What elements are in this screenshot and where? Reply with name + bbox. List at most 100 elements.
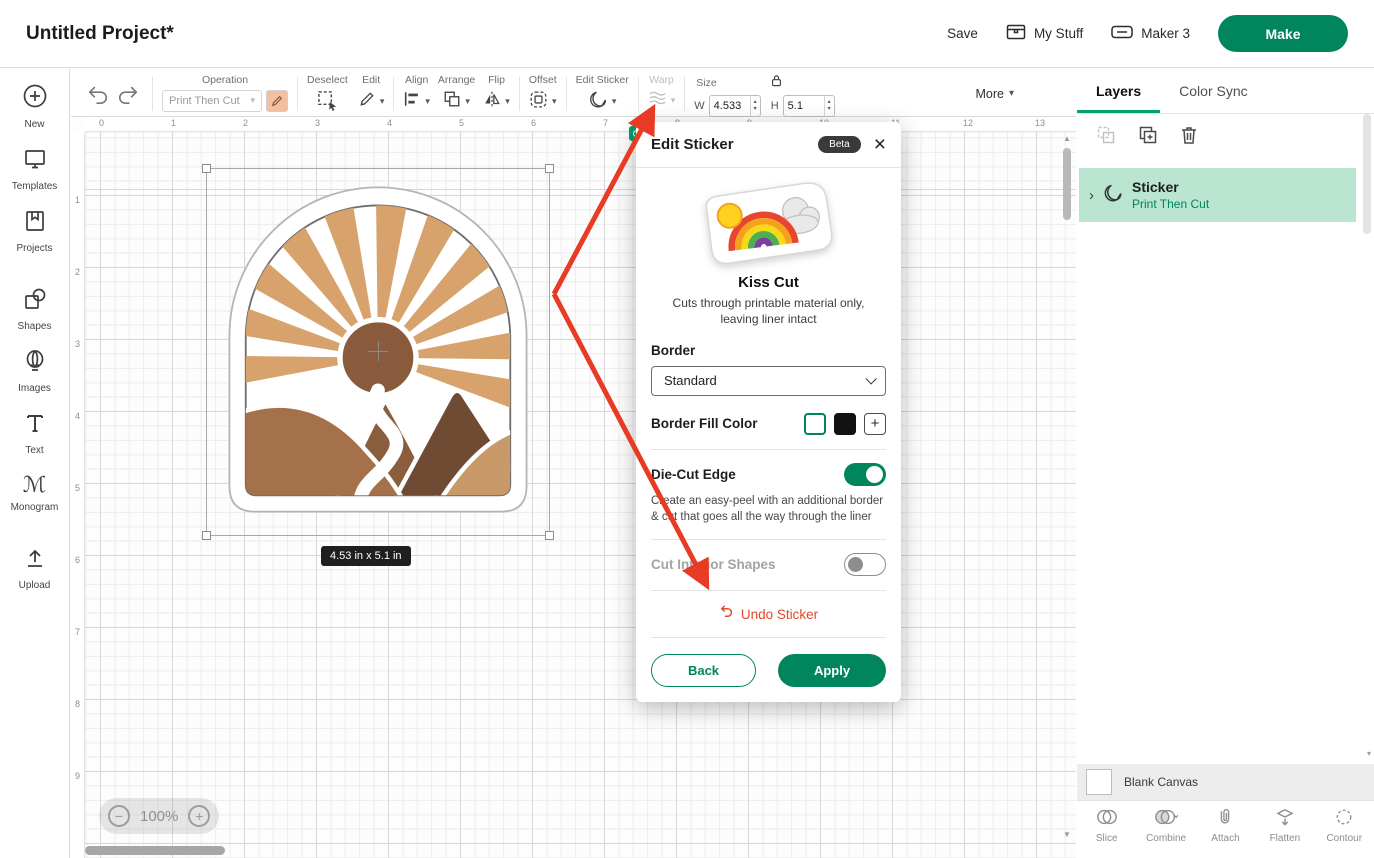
project-title: Untitled Project*: [26, 23, 174, 45]
close-icon[interactable]: ×: [874, 134, 886, 155]
edit-toolbar: Operation Print Then Cut▾ Deselect Edit …: [71, 69, 1076, 117]
height-stepper[interactable]: ▴▾: [824, 96, 834, 116]
height-value[interactable]: [784, 100, 824, 112]
canvas-horizontal-scrollbar[interactable]: [85, 846, 1055, 856]
selection-handle-bottom-left[interactable]: [202, 531, 211, 540]
flip-button[interactable]: Flip ▾: [483, 74, 510, 114]
ruler-number: 1: [171, 118, 243, 131]
kiss-cut-title: Kiss Cut: [651, 274, 886, 291]
blank-canvas-label: Blank Canvas: [1124, 775, 1198, 789]
deselect-button[interactable]: Deselect: [307, 74, 348, 114]
add-color-button[interactable]: +: [864, 413, 886, 435]
ruler-number: 7: [71, 627, 84, 699]
cut-interior-toggle[interactable]: [844, 553, 886, 576]
edit-sticker-button[interactable]: Edit Sticker ▾: [576, 74, 629, 114]
ruler-number: 5: [459, 118, 531, 131]
border-select[interactable]: Standard: [651, 366, 886, 396]
tab-layers[interactable]: Layers: [1077, 69, 1160, 113]
scroll-down-icon[interactable]: ▼: [1061, 830, 1073, 840]
ruler-number: 1: [71, 195, 84, 267]
vertical-scroll-thumb[interactable]: [1063, 148, 1071, 220]
apply-button[interactable]: Apply: [778, 654, 886, 687]
zoom-in-button[interactable]: +: [188, 805, 210, 827]
ruler-number: 4: [71, 411, 84, 483]
sidebar-item-templates[interactable]: Templates: [0, 147, 69, 192]
upload-icon: [23, 546, 47, 575]
canvas-vertical-scrollbar[interactable]: ▲ ▼: [1061, 134, 1073, 840]
offset-icon: [529, 90, 548, 114]
slice-icon: [1096, 808, 1118, 829]
die-cut-toggle[interactable]: [844, 463, 886, 486]
sidebar-item-new[interactable]: New: [0, 83, 69, 130]
arrange-icon: [443, 90, 461, 113]
machine-selector[interactable]: Maker 3: [1111, 25, 1190, 42]
undo-sticker-link[interactable]: Undo Sticker: [651, 591, 886, 637]
flatten-icon: [1275, 808, 1295, 829]
horizontal-scroll-thumb[interactable]: [85, 846, 225, 855]
align-button[interactable]: Align ▾: [403, 74, 430, 114]
zoom-out-button[interactable]: −: [108, 805, 130, 827]
combine-button[interactable]: Combine: [1138, 808, 1194, 858]
operation-color-swatch[interactable]: [266, 90, 288, 112]
ruler-number: 8: [71, 699, 84, 771]
selection-handle-top-left[interactable]: [202, 164, 211, 173]
ruler-number: 6: [531, 118, 603, 131]
sidebar-item-shapes[interactable]: Shapes: [0, 287, 69, 332]
scroll-up-icon[interactable]: ▲: [1061, 134, 1073, 144]
save-button[interactable]: Save: [947, 26, 978, 41]
width-value[interactable]: [710, 100, 750, 112]
blank-canvas-row[interactable]: Blank Canvas: [1077, 764, 1374, 800]
ruler-number: 2: [243, 118, 315, 131]
operation-select[interactable]: Print Then Cut▾: [162, 90, 262, 112]
attach-button[interactable]: Attach: [1197, 808, 1253, 858]
cut-interior-label: Cut Interior Shapes: [651, 557, 776, 572]
size-group: Size W ▴▾ H ▴▾: [694, 74, 834, 114]
sidebar-item-projects[interactable]: Projects: [0, 209, 69, 254]
layer-expand-chevron-icon[interactable]: ›: [1089, 187, 1094, 204]
make-button[interactable]: Make: [1218, 15, 1348, 52]
design-canvas[interactable]: 012345678910111213 123456789: [71, 118, 1076, 858]
size-lock-icon[interactable]: [771, 74, 782, 92]
sidebar-item-upload[interactable]: Upload: [0, 546, 69, 591]
sidebar-item-monogram[interactable]: ℳ Monogram: [0, 473, 69, 513]
layers-scroll-thumb[interactable]: [1363, 114, 1371, 234]
selection-handle-bottom-right[interactable]: [545, 531, 554, 540]
ruler-number: 3: [315, 118, 387, 131]
width-input[interactable]: ▴▾: [709, 95, 761, 117]
offset-button[interactable]: Offset ▾: [529, 74, 557, 114]
die-cut-description: Create an easy-peel with an additional b…: [651, 494, 886, 526]
layer-item-sticker[interactable]: › Sticker Print Then Cut: [1079, 168, 1356, 222]
sidebar-item-text[interactable]: Text: [0, 411, 69, 456]
height-input[interactable]: ▴▾: [783, 95, 835, 117]
selection-bounding-box[interactable]: [206, 168, 550, 536]
width-stepper[interactable]: ▴▾: [750, 96, 760, 116]
warp-button[interactable]: Warp ▾: [648, 74, 676, 114]
contour-button[interactable]: Contour: [1316, 808, 1372, 858]
tab-color-sync[interactable]: Color Sync: [1160, 69, 1266, 113]
arrange-button[interactable]: Arrange ▾: [438, 74, 475, 114]
border-label: Border: [651, 343, 886, 358]
flatten-button[interactable]: Flatten: [1257, 808, 1313, 858]
blank-canvas-swatch[interactable]: [1086, 769, 1112, 795]
layers-scroll-down-icon[interactable]: ▾: [1367, 749, 1371, 758]
undo-button[interactable]: [85, 79, 111, 109]
machine-icon: [1111, 25, 1133, 42]
beta-badge: Beta: [818, 136, 861, 153]
redo-button[interactable]: [115, 79, 141, 109]
group-icon[interactable]: [1096, 125, 1116, 150]
more-button[interactable]: More▾: [975, 87, 1014, 101]
new-icon: [22, 83, 48, 114]
align-icon: [403, 90, 421, 113]
selection-handle-top-right[interactable]: [545, 164, 554, 173]
duplicate-icon[interactable]: [1138, 125, 1158, 150]
my-stuff-button[interactable]: My Stuff: [1006, 24, 1083, 43]
delete-icon[interactable]: [1180, 125, 1198, 150]
back-button[interactable]: Back: [651, 654, 756, 687]
zoom-level: 100%: [140, 808, 178, 825]
edit-menu-button[interactable]: Edit ▾: [358, 74, 385, 114]
operation-group: Operation Print Then Cut▾: [162, 74, 288, 114]
fill-swatch-black[interactable]: [834, 413, 856, 435]
slice-button[interactable]: Slice: [1079, 808, 1135, 858]
sidebar-item-images[interactable]: Images: [0, 349, 69, 394]
fill-swatch-white[interactable]: [804, 413, 826, 435]
